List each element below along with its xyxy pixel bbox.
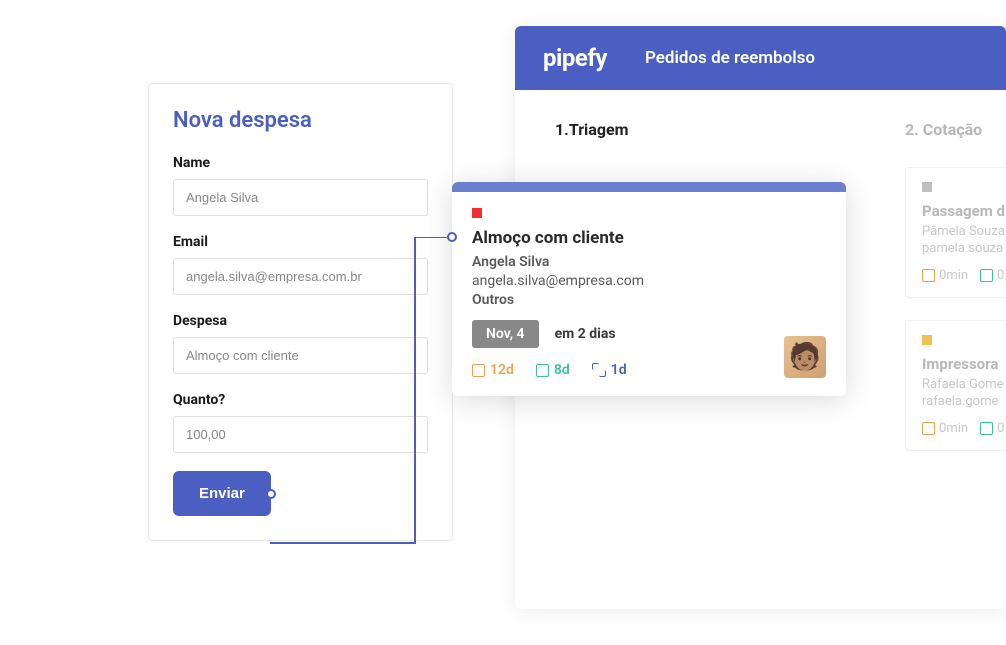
input-email[interactable] <box>173 258 428 295</box>
detail-body: Almoço com cliente Angela Silva angela.s… <box>452 192 846 396</box>
field-email: Email <box>173 234 428 295</box>
field-quanto: Quanto? <box>173 392 428 453</box>
meta-value: 0 <box>997 421 1004 436</box>
meta-value: 8d <box>554 362 570 378</box>
detail-person: Angela Silva <box>472 254 826 270</box>
input-quanto[interactable] <box>173 416 428 453</box>
field-despesa: Despesa <box>173 313 428 374</box>
kanban-card[interactable]: Passagem d Pâmela Souza pamela.souza 0mi… <box>905 167 1006 298</box>
board-header: pipefy Pedidos de reembolso <box>515 26 1006 90</box>
expense-form-card: Nova despesa Name Email Despesa Quanto? … <box>148 83 453 541</box>
clock-icon <box>922 422 935 435</box>
card-email: pamela.souza <box>922 241 1006 256</box>
connector-dot-icon <box>447 232 457 242</box>
label-name: Name <box>173 155 428 171</box>
date-chip: Nov, 4 <box>472 320 539 348</box>
card-detail-popup[interactable]: Almoço com cliente Angela Silva angela.s… <box>452 182 846 396</box>
detail-email: angela.silva@empresa.com <box>472 273 826 289</box>
meta-value: 1d <box>611 362 627 378</box>
card-meta: 0min 0 <box>922 421 1006 436</box>
clock-icon <box>472 364 485 377</box>
label-email: Email <box>173 234 428 250</box>
connector-dot-icon <box>266 489 276 499</box>
meta-value: 12d <box>490 362 514 378</box>
submit-label: Enviar <box>199 485 245 502</box>
meta-value: 0 <box>997 268 1004 283</box>
sync-icon <box>592 363 606 377</box>
kanban-card[interactable]: Impressora Rafaela Gome rafaela.gome 0mi… <box>905 320 1006 451</box>
status-indicator-icon <box>922 182 932 192</box>
card-meta: 0min 0 <box>922 268 1006 283</box>
card-title: Passagem d <box>922 202 1006 220</box>
card-title: Impressora <box>922 355 1006 373</box>
avatar: 🧑🏽 <box>784 336 826 378</box>
clock-icon <box>922 269 935 282</box>
meta-value: 0min <box>939 268 968 283</box>
detail-accent-bar <box>452 182 846 192</box>
timer-icon <box>536 364 549 377</box>
timer-icon <box>980 422 993 435</box>
meta-value: 0min <box>939 421 968 436</box>
detail-category: Outros <box>472 292 826 308</box>
date-row: Nov, 4 em 2 dias <box>472 320 826 348</box>
board-title: Pedidos de reembolso <box>645 48 815 68</box>
submit-button[interactable]: Enviar <box>173 471 271 516</box>
form-title: Nova despesa <box>173 108 428 133</box>
due-text: em 2 dias <box>555 326 616 342</box>
detail-meta-row: 12d 8d 1d <box>472 362 826 378</box>
brand-logo: pipefy <box>543 44 607 72</box>
column-cotacao: 2. Cotação Passagem d Pâmela Souza pamel… <box>905 120 1006 473</box>
label-quanto: Quanto? <box>173 392 428 408</box>
card-email: rafaela.gome <box>922 394 1006 409</box>
label-despesa: Despesa <box>173 313 428 329</box>
column-title: 2. Cotação <box>905 120 1006 139</box>
input-name[interactable] <box>173 179 428 216</box>
column-title: 1.Triagem <box>555 120 855 139</box>
status-indicator-icon <box>472 208 482 218</box>
status-indicator-icon <box>922 335 932 345</box>
brand-text: pipefy <box>543 44 607 72</box>
card-person: Rafaela Gome <box>922 377 1006 392</box>
input-despesa[interactable] <box>173 337 428 374</box>
field-name: Name <box>173 155 428 216</box>
card-person: Pâmela Souza <box>922 224 1006 239</box>
timer-icon <box>980 269 993 282</box>
detail-title: Almoço com cliente <box>472 228 826 248</box>
